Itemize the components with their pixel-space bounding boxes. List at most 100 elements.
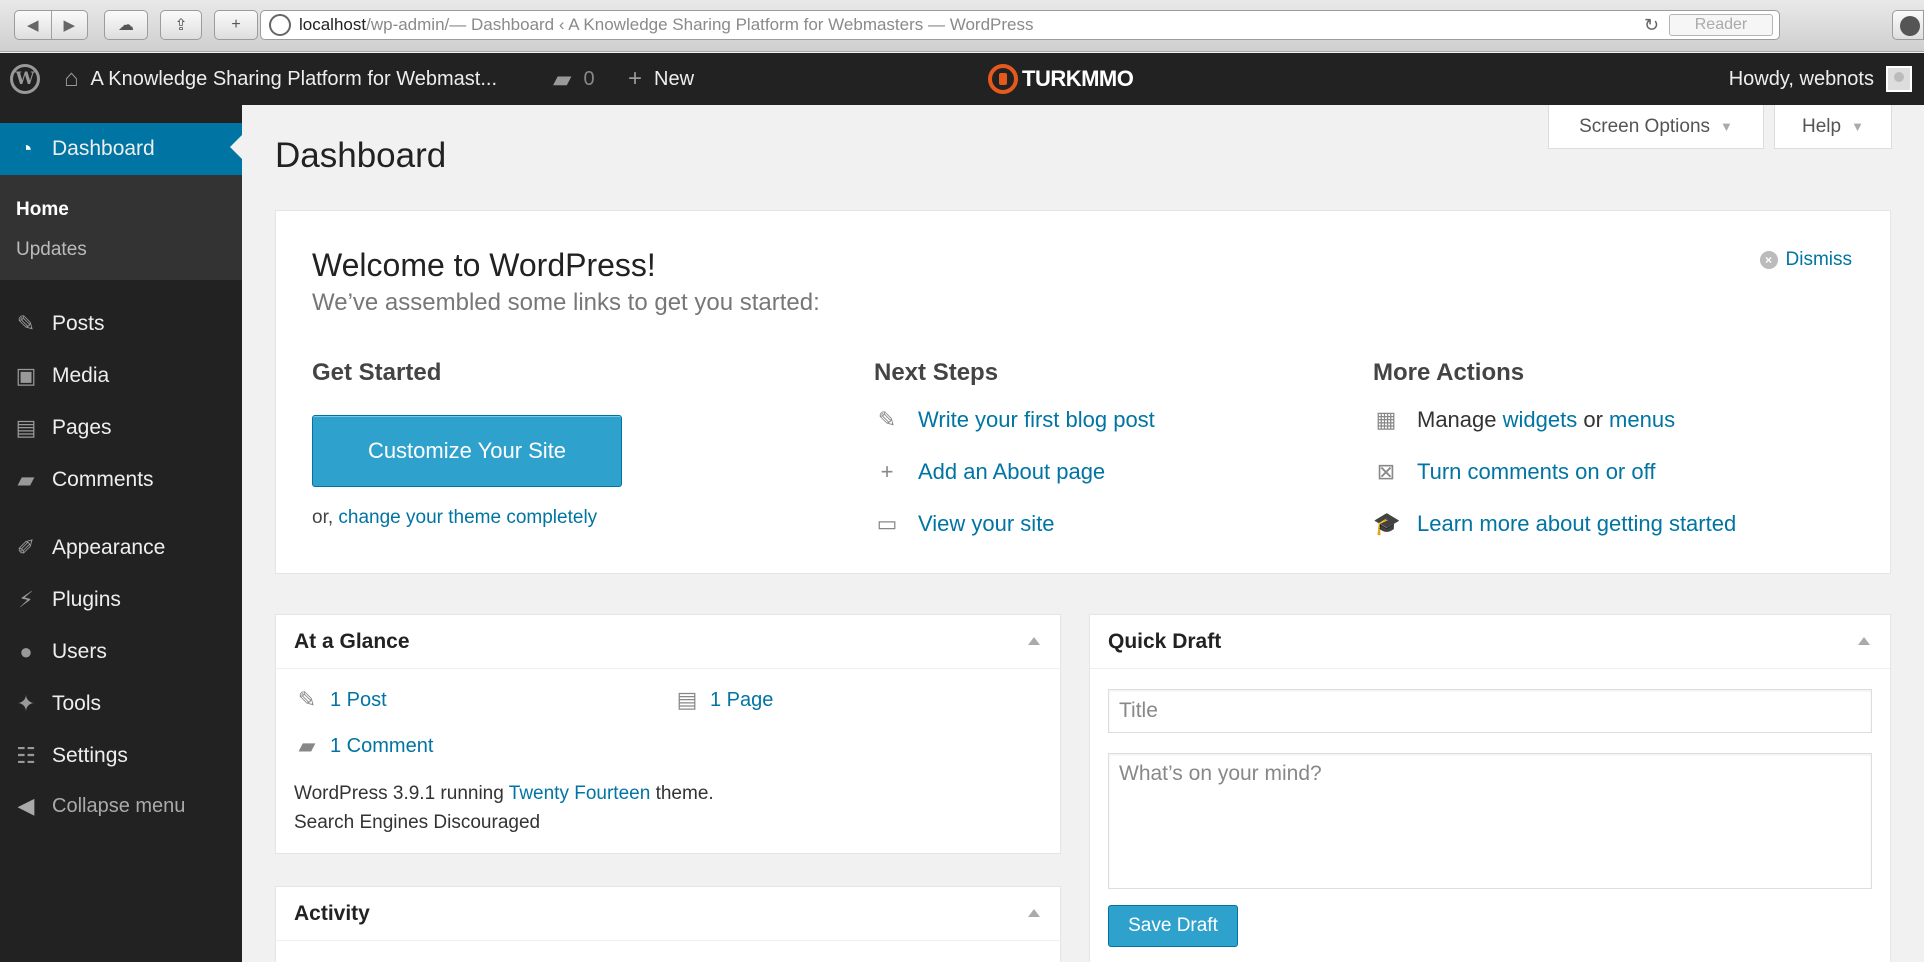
sidebar-item-dashboard[interactable]: ◔ Dashboard [0, 123, 242, 175]
admin-bar: W ⌂ A Knowledge Sharing Platform for Web… [0, 53, 1924, 105]
sidebar-item-posts[interactable]: ✎ Posts [0, 301, 242, 347]
submenu-updates[interactable]: Updates [16, 239, 87, 261]
sidebar-item-comments[interactable]: ▰ Comments [0, 457, 242, 503]
new-tab-button[interactable]: + [214, 10, 258, 40]
downloads-button[interactable] [1892, 10, 1924, 40]
sidebar-item-label: Users [52, 640, 107, 663]
page-title: Dashboard [275, 136, 447, 175]
view-site-link[interactable]: ▭ View your site [874, 511, 1055, 537]
site-name-link[interactable]: ⌂ A Knowledge Sharing Platform for Webma… [64, 53, 497, 105]
widgets-link[interactable]: widgets [1503, 407, 1578, 433]
view-site-label: View your site [918, 511, 1055, 536]
activity-widget: Activity [275, 886, 1061, 962]
comments-toggle-link[interactable]: ⊠ Turn comments on or off [1373, 459, 1656, 485]
sidebar-item-pages[interactable]: ▤ Pages [0, 405, 242, 451]
dashboard-icon: ◔ [19, 136, 33, 161]
widget-title: At a Glance [294, 629, 410, 653]
sidebar-item-label: Comments [52, 468, 154, 491]
widget-header[interactable]: At a Glance [276, 615, 1060, 669]
dismiss-label: Dismiss [1785, 249, 1853, 270]
collapse-toggle-icon[interactable] [1028, 909, 1040, 917]
downloads-icon [1900, 16, 1920, 36]
menus-link[interactable]: menus [1609, 407, 1675, 433]
reload-icon[interactable]: ↻ [1644, 15, 1659, 36]
wrench-icon: ✦ [16, 691, 36, 716]
sidebar-item-tools[interactable]: ✦ Tools [0, 681, 242, 727]
manage-prefix: Manage [1417, 407, 1497, 432]
add-about-link[interactable]: + Add an About page [874, 459, 1106, 485]
collapse-toggle-icon[interactable] [1858, 637, 1870, 645]
back-icon[interactable]: ◀ [15, 11, 52, 39]
widget-header[interactable]: Activity [276, 887, 1060, 941]
customize-site-button[interactable]: Customize Your Site [312, 415, 622, 487]
manage-widgets-menus: ▦ Manage widgets or menus [1373, 407, 1676, 433]
share-button[interactable]: ⇪ [160, 10, 202, 40]
comment-icon: ▰ [298, 733, 316, 758]
new-content-link[interactable]: + New [628, 53, 694, 105]
avatar [1886, 66, 1912, 92]
save-draft-button[interactable]: Save Draft [1108, 905, 1238, 947]
browser-toolbar: ◀ ▶ ☁ ⇪ + localhost /wp-admin/ — Dashboa… [0, 0, 1924, 52]
caret-down-icon: ▼ [1851, 119, 1864, 134]
graduation-cap-icon: 🎓 [1373, 511, 1401, 536]
posts-count: 1 Post [330, 688, 387, 711]
brush-icon: ✐ [16, 535, 36, 560]
brand-name: TURKMMO [1022, 66, 1134, 91]
posts-count-link[interactable]: ✎ 1 Post [294, 687, 387, 713]
version-line: WordPress 3.9.1 running Twenty Fourteen … [294, 783, 714, 805]
help-label: Help [1802, 115, 1842, 137]
account-menu[interactable]: Howdy, webnots [1729, 53, 1912, 105]
sidebar-item-settings[interactable]: ☷ Settings [0, 733, 242, 779]
learn-more-label: Learn more about getting started [1417, 511, 1737, 536]
sidebar-item-users[interactable]: ● Users [0, 629, 242, 675]
address-bar[interactable]: localhost /wp-admin/ — Dashboard ‹ A Kno… [260, 10, 1780, 40]
comments-count: 1 Comment [330, 734, 434, 757]
version-suffix: theme. [655, 783, 714, 804]
wp-logo-menu[interactable]: W [10, 53, 40, 105]
sidebar-item-label: Settings [52, 744, 128, 767]
active-arrow [230, 135, 242, 159]
comment-bubble-icon: ▰ [553, 65, 572, 93]
admin-sidebar: ◔ Dashboard Home Updates ✎ Posts ▣ Media… [0, 105, 242, 962]
screen-options-button[interactable]: Screen Options ▼ [1548, 105, 1764, 149]
sidebar-item-label: Pages [52, 416, 112, 439]
help-button[interactable]: Help ▼ [1774, 105, 1892, 149]
search-engines-link[interactable]: Search Engines Discouraged [294, 812, 540, 834]
submenu-home[interactable]: Home [16, 199, 69, 221]
draft-title-input[interactable] [1108, 689, 1872, 733]
add-about-label: Add an About page [918, 459, 1106, 484]
sidebar-item-media[interactable]: ▣ Media [0, 353, 242, 399]
dismiss-link[interactable]: × Dismiss [1759, 249, 1853, 271]
pages-count: 1 Page [710, 688, 774, 711]
learn-more-link[interactable]: 🎓 Learn more about getting started [1373, 511, 1736, 537]
sidebar-item-label: Posts [52, 312, 105, 335]
pages-count-link[interactable]: ▤ 1 Page [674, 687, 774, 713]
widget-header[interactable]: Quick Draft [1090, 615, 1890, 669]
close-icon: × [1759, 251, 1778, 269]
comments-count-link[interactable]: ▰ 1 Comment [294, 733, 434, 759]
new-label: New [654, 67, 695, 90]
sidebar-item-plugins[interactable]: ⚡ Plugins [0, 577, 242, 623]
sidebar-item-label: Media [52, 364, 110, 387]
sidebar-item-appearance[interactable]: ✐ Appearance [0, 525, 242, 571]
sidebar-item-label: Appearance [52, 536, 166, 559]
widget-title: Quick Draft [1108, 629, 1222, 653]
collapse-menu-button[interactable]: ◀ Collapse menu [0, 783, 242, 829]
change-theme-link[interactable]: change your theme completely [338, 507, 597, 528]
url-title: — Dashboard ‹ A Knowledge Sharing Platfo… [449, 15, 1034, 34]
cloud-tabs-button[interactable]: ☁ [104, 10, 148, 40]
reader-button[interactable]: Reader [1669, 14, 1773, 36]
howdy-text: Howdy, webnots [1728, 67, 1874, 90]
wordpress-logo-icon: W [10, 64, 40, 94]
collapse-icon: ◀ [17, 793, 35, 818]
comments-toggle-label: Turn comments on or off [1417, 459, 1656, 484]
theme-link[interactable]: Twenty Fourteen [509, 783, 651, 804]
back-forward-buttons[interactable]: ◀ ▶ [14, 10, 88, 40]
url-host: localhost [299, 15, 367, 34]
forward-icon[interactable]: ▶ [52, 11, 88, 39]
comments-link[interactable]: ▰ 0 [553, 53, 595, 105]
collapse-toggle-icon[interactable] [1028, 637, 1040, 645]
cloud-icon: ☁ [118, 17, 134, 34]
write-post-link[interactable]: ✎ Write your first blog post [874, 407, 1155, 433]
draft-content-textarea[interactable] [1108, 753, 1872, 889]
